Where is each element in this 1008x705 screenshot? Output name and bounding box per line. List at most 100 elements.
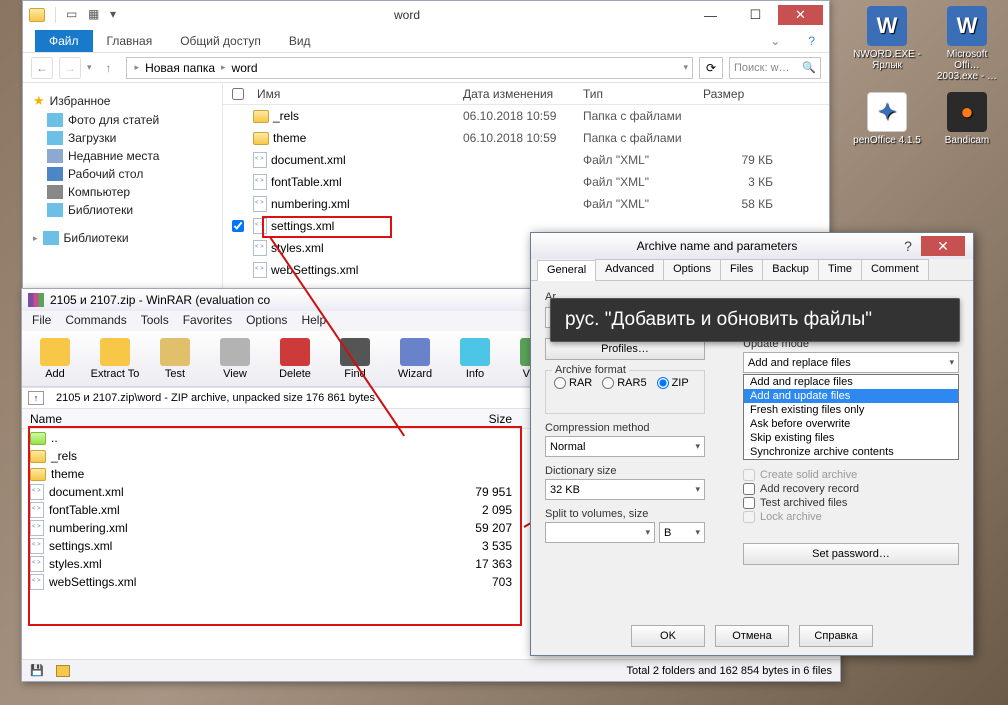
toolbar-test[interactable]: Test bbox=[148, 335, 202, 382]
tab-advanced[interactable]: Advanced bbox=[595, 259, 664, 280]
folder-icon bbox=[253, 110, 269, 123]
nav-forward-button[interactable]: → bbox=[59, 57, 81, 79]
update-option[interactable]: Ask before overwrite bbox=[744, 417, 958, 431]
search-input[interactable]: Поиск: w… 🔍 bbox=[729, 57, 821, 79]
col-name[interactable]: Имя bbox=[253, 87, 463, 101]
column-headers: Имя Дата изменения Тип Размер bbox=[223, 83, 829, 105]
nav-favorites[interactable]: ★Избранное bbox=[29, 91, 216, 111]
nav-libraries[interactable]: ▸Библиотеки bbox=[29, 229, 216, 247]
help-button[interactable]: Справка bbox=[799, 625, 873, 647]
file-row[interactable]: document.xml Файл "XML" 79 КБ bbox=[223, 149, 829, 171]
dialog-titlebar[interactable]: Archive name and parameters ? ✕ bbox=[531, 233, 973, 259]
crumb[interactable]: word bbox=[230, 61, 260, 75]
col-size[interactable]: Size bbox=[422, 412, 512, 426]
dialog-help-button[interactable]: ? bbox=[895, 238, 921, 254]
file-row[interactable]: fontTable.xml Файл "XML" 3 КБ bbox=[223, 171, 829, 193]
nav-item[interactable]: Фото для статей bbox=[29, 111, 216, 129]
row-checkbox[interactable] bbox=[232, 220, 244, 232]
update-option[interactable]: Add and replace files bbox=[744, 375, 958, 389]
chk-test[interactable]: Test archived files bbox=[743, 497, 959, 509]
dropdown-icon[interactable]: ▾ bbox=[110, 7, 126, 23]
tab-time[interactable]: Time bbox=[818, 259, 862, 280]
close-button[interactable]: ✕ bbox=[778, 5, 823, 25]
menu-favorites[interactable]: Favorites bbox=[183, 313, 232, 329]
radio-rar[interactable]: RAR bbox=[554, 377, 592, 389]
tab-general[interactable]: General bbox=[537, 260, 596, 281]
refresh-button[interactable]: ⟳ bbox=[699, 57, 723, 79]
toolbar-find[interactable]: Find bbox=[328, 335, 382, 382]
file-row[interactable]: numbering.xml Файл "XML" 58 КБ bbox=[223, 193, 829, 215]
radio-rar5[interactable]: RAR5 bbox=[602, 377, 646, 389]
select-all-checkbox[interactable] bbox=[232, 88, 244, 100]
address-bar[interactable]: ▸ Новая папка ▸ word ▾ bbox=[126, 57, 693, 79]
window-title: word bbox=[126, 8, 688, 22]
update-option[interactable]: Fresh existing files only bbox=[744, 403, 958, 417]
nav-item[interactable]: Недавние места bbox=[29, 147, 216, 165]
toolbar-wizard[interactable]: Wizard bbox=[388, 335, 442, 382]
nav-item[interactable]: Загрузки bbox=[29, 129, 216, 147]
address-dropdown-icon[interactable]: ▾ bbox=[683, 62, 688, 73]
nav-up-button[interactable]: ↑ bbox=[98, 57, 120, 79]
menu-commands[interactable]: Commands bbox=[65, 313, 126, 329]
col-size[interactable]: Размер bbox=[703, 87, 773, 101]
dictionary-label: Dictionary size bbox=[545, 465, 705, 477]
update-option[interactable]: Synchronize archive contents bbox=[744, 445, 958, 459]
desktop-icon-msoffice[interactable]: W Microsoft Offi… 2003.exe - … bbox=[933, 6, 1001, 82]
nav-recent-icon[interactable]: ▾ bbox=[87, 62, 92, 73]
xml-file-icon bbox=[30, 574, 44, 590]
compression-select[interactable]: Normal bbox=[545, 436, 705, 457]
update-mode-select[interactable]: Add and replace files bbox=[743, 352, 959, 373]
tab-comment[interactable]: Comment bbox=[861, 259, 929, 280]
desktop-icon-openoffice[interactable]: ✦ penOffice 4.1.5 bbox=[853, 92, 921, 146]
toolbar-info[interactable]: Info bbox=[448, 335, 502, 382]
radio-zip[interactable]: ZIP bbox=[657, 377, 689, 389]
up-icon[interactable]: ↑ bbox=[28, 391, 44, 405]
split-size-input[interactable] bbox=[545, 522, 655, 543]
nav-item[interactable]: Компьютер bbox=[29, 183, 216, 201]
split-unit-select[interactable]: B bbox=[659, 522, 705, 543]
tab-view[interactable]: Вид bbox=[275, 30, 325, 52]
maximize-button[interactable]: ☐ bbox=[733, 5, 778, 25]
new-folder-icon[interactable]: ▦ bbox=[88, 7, 104, 23]
chk-recovery[interactable]: Add recovery record bbox=[743, 483, 959, 495]
tab-share[interactable]: Общий доступ bbox=[166, 30, 275, 52]
col-type[interactable]: Тип bbox=[583, 87, 703, 101]
chk-lock: Lock archive bbox=[743, 511, 959, 523]
col-name[interactable]: Name bbox=[22, 412, 422, 426]
set-password-button[interactable]: Set password… bbox=[743, 543, 959, 565]
properties-icon[interactable]: ▭ bbox=[66, 7, 82, 23]
ribbon-help-icon[interactable]: ? bbox=[794, 30, 829, 52]
ok-button[interactable]: OK bbox=[631, 625, 705, 647]
dialog-close-button[interactable]: ✕ bbox=[921, 236, 965, 256]
tab-backup[interactable]: Backup bbox=[762, 259, 819, 280]
toolbar-extract-to[interactable]: Extract To bbox=[88, 335, 142, 382]
col-date[interactable]: Дата изменения bbox=[463, 87, 583, 101]
tab-file[interactable]: Файл bbox=[35, 30, 93, 52]
file-row[interactable]: theme 06.10.2018 10:59 Папка с файлами bbox=[223, 127, 829, 149]
ribbon-expand-icon[interactable]: ⌄ bbox=[756, 30, 794, 52]
explorer-titlebar[interactable]: ▭ ▦ ▾ word — ☐ ✕ bbox=[23, 1, 829, 29]
crumb[interactable]: Новая папка bbox=[143, 61, 217, 75]
lock-icon bbox=[56, 665, 70, 677]
menu-tools[interactable]: Tools bbox=[141, 313, 169, 329]
update-option[interactable]: Skip existing files bbox=[744, 431, 958, 445]
nav-back-button[interactable]: ← bbox=[31, 57, 53, 79]
nav-item[interactable]: Библиотеки bbox=[29, 201, 216, 219]
tab-options[interactable]: Options bbox=[663, 259, 721, 280]
tab-home[interactable]: Главная bbox=[93, 30, 167, 52]
dictionary-select[interactable]: 32 KB bbox=[545, 479, 705, 500]
toolbar-delete[interactable]: Delete bbox=[268, 335, 322, 382]
minimize-button[interactable]: — bbox=[688, 5, 733, 25]
desktop-icon-bandicam[interactable]: ● Bandicam bbox=[933, 92, 1001, 146]
split-label: Split to volumes, size bbox=[545, 508, 705, 520]
menu-file[interactable]: File bbox=[32, 313, 51, 329]
nav-item[interactable]: Рабочий стол bbox=[29, 165, 216, 183]
toolbar-add[interactable]: Add bbox=[28, 335, 82, 382]
toolbar-view[interactable]: View bbox=[208, 335, 262, 382]
file-row[interactable]: _rels 06.10.2018 10:59 Папка с файлами bbox=[223, 105, 829, 127]
update-option-selected[interactable]: Add and update files bbox=[744, 389, 958, 403]
tab-files[interactable]: Files bbox=[720, 259, 763, 280]
cancel-button[interactable]: Отмена bbox=[715, 625, 789, 647]
desktop-icon-nword[interactable]: W NWORD.EXE - Ярлык bbox=[853, 6, 921, 71]
menu-options[interactable]: Options bbox=[246, 313, 287, 329]
